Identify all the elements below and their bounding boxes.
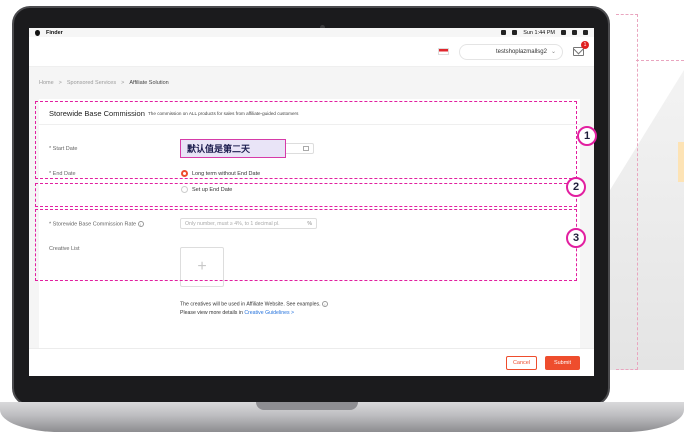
submit-button[interactable]: Submit	[545, 356, 580, 370]
chevron-down-icon: ⌄	[550, 49, 556, 55]
annotation-number-2: 2	[566, 177, 586, 197]
creative-note: The creatives will be used in Affiliate …	[180, 301, 328, 307]
info-icon[interactable]: i	[321, 301, 328, 307]
account-name: testshoplazmallsg2	[495, 48, 547, 55]
notification-button[interactable]: 1	[573, 41, 589, 56]
annotation-bracket	[616, 14, 638, 370]
cancel-button[interactable]: Cancel	[506, 356, 537, 370]
annotation-number-1: 1	[577, 126, 597, 146]
breadcrumb-separator: >	[58, 80, 62, 86]
spotlight-search-icon[interactable]	[572, 30, 577, 35]
laptop-notch	[256, 402, 358, 410]
creative-more-details: Please view more details in Creative Gui…	[180, 310, 294, 316]
creative-more-text: Please view more details in	[180, 310, 243, 316]
wifi-icon[interactable]	[561, 30, 566, 35]
annotation-box-2	[35, 183, 577, 207]
creative-note-text: The creatives will be used in Affiliate …	[180, 301, 321, 308]
bluetooth-icon[interactable]	[512, 30, 518, 35]
apple-icon[interactable]	[35, 29, 40, 36]
menu-list-icon[interactable]	[583, 30, 588, 35]
account-dropdown[interactable]: testshoplazmallsg2 ⌄	[459, 43, 563, 60]
menu-app-name[interactable]: Finder	[46, 30, 63, 36]
annotation-box-3	[35, 209, 577, 281]
mac-menu-bar: Finder Sun 1:44 PM	[29, 28, 594, 37]
app-header: testshoplazmallsg2 ⌄ 1	[29, 37, 594, 67]
volume-icon[interactable]	[501, 30, 507, 35]
singapore-flag-icon[interactable]	[438, 48, 449, 55]
menu-status-area: Sun 1:44 PM	[501, 30, 588, 36]
menu-clock[interactable]: Sun 1:44 PM	[523, 30, 555, 36]
notification-badge: 1	[581, 41, 589, 49]
page: Finder Sun 1:44 PM testshoplazmallsg2 ⌄ …	[0, 0, 684, 432]
breadcrumb-current: Affiliate Solution	[129, 80, 169, 86]
form-footer: Cancel Submit	[29, 348, 594, 376]
background-accent-strip	[678, 142, 684, 182]
annotation-number-3: 3	[566, 228, 586, 248]
breadcrumb-sponsored-services[interactable]: Sponsored Services	[67, 80, 116, 86]
annotation-bracket-tick	[636, 60, 684, 70]
breadcrumb-home[interactable]: Home	[39, 80, 54, 86]
annotation-box-1	[35, 101, 577, 179]
breadcrumb: Home > Sponsored Services > Affiliate So…	[39, 80, 169, 86]
creative-guidelines-link[interactable]: Creative Guidelines >	[244, 310, 294, 316]
breadcrumb-separator: >	[121, 80, 125, 86]
